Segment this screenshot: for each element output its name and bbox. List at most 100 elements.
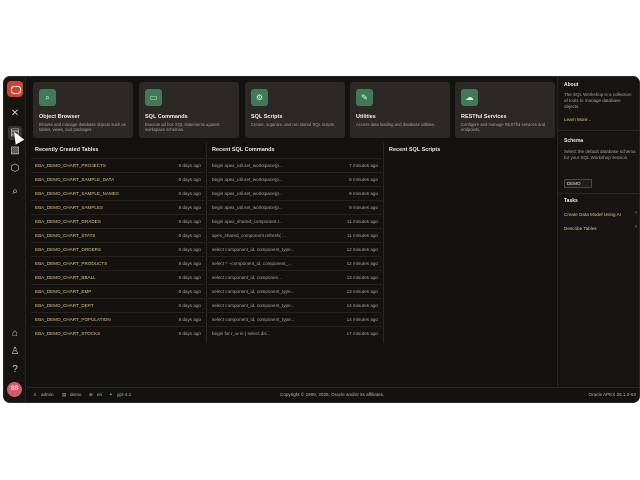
row-label[interactable]: EBA_DEMO_CHART_GRADES [35, 215, 101, 228]
row-time: 8 minutes ago [349, 177, 378, 182]
tools-icon[interactable]: ✕ [8, 107, 22, 121]
row-label[interactable]: EBA_DEMO_CHART_EMP [35, 285, 91, 298]
footer-user[interactable]: admin [41, 388, 54, 402]
table-row[interactable]: EBA_DEMO_CHART_PRODUCTS 8 days ago [31, 256, 205, 270]
row-label[interactable]: EBA_DEMO_CHART_PRODUCTS [35, 257, 107, 270]
table-row[interactable]: select * --component_id, component_... 12… [208, 256, 382, 270]
row-time: 8 days ago [178, 163, 201, 168]
data-icon[interactable]: ▧ [8, 144, 22, 158]
table-row[interactable]: EBA_DEMO_CHART_STATS 8 days ago [31, 228, 205, 242]
row-time: 17 minutes ago [346, 331, 378, 336]
table-row[interactable]: select component_id, component_type... 13… [208, 284, 382, 298]
card-desc: Create, organize, and run stored SQL scr… [251, 122, 336, 127]
row-time: 8 days ago [178, 219, 201, 224]
table-row[interactable]: select component_id, componen... 13 minut… [208, 270, 382, 284]
table-row[interactable]: begin apex_util.set_workspace(p... 8 minu… [208, 172, 382, 186]
home-icon[interactable]: ⌂ [8, 327, 22, 341]
card-utilities[interactable]: ✎ Utilities Access data loading and data… [350, 82, 450, 138]
row-time: 8 days ago [178, 233, 201, 238]
row-label[interactable]: begin for r_w in ( select dis... [212, 327, 270, 340]
row-label[interactable]: select component_id, component_type... [212, 285, 294, 298]
main-content: ⌕ Object Browser Browse and manage datab… [27, 77, 557, 387]
table-row[interactable]: EBA_DEMO_CHART_SAMPLE_DATA 8 days ago [31, 172, 205, 186]
task-create-data-model[interactable]: Create Data Model Using AI [564, 212, 621, 217]
row-label[interactable]: select component_id, component_type... [212, 243, 294, 256]
footer-model[interactable]: gpt-4.1 [117, 388, 131, 402]
table-row[interactable]: EBA_DEMO_CHART_ORDERS 8 days ago [31, 242, 205, 256]
divider [383, 143, 384, 343]
table-row[interactable]: begin apex_util.set_workspace(p... 7 minu… [208, 158, 382, 172]
row-time: 13 minutes ago [346, 289, 378, 294]
row-label[interactable]: EBA_DEMO_CHART_STATS [35, 229, 96, 242]
schema-select[interactable]: DEMO [564, 179, 592, 188]
row-label[interactable]: select component_id, component_type... [212, 299, 294, 312]
search-icon[interactable]: ⌕ [8, 185, 22, 199]
oracle-logo-icon[interactable] [7, 81, 23, 97]
row-time: 8 days ago [178, 261, 201, 266]
footer-bar: ♙ admin ▤ demo ⊕ en ✦ gpt-4.1 Copyright … [27, 387, 639, 402]
task-describe-tables[interactable]: Describe Tables [564, 226, 597, 231]
table-row[interactable]: begin for r_w in ( select dis... 17 minut… [208, 326, 382, 340]
row-time: 13 minutes ago [346, 275, 378, 280]
row-label[interactable]: EBA_DEMO_CHART_STOCKS [35, 327, 100, 340]
card-restful-services[interactable]: ☁ RESTful Services Configure and manage … [455, 82, 555, 138]
avatar[interactable]: SS [7, 382, 22, 397]
row-label[interactable]: begin apex_util.set_workspace(p... [212, 187, 283, 200]
row-label[interactable]: begin apex_util.set_workspace(p... [212, 173, 283, 186]
row-label[interactable]: EBA_DEMO_CHART_DEPT [35, 299, 94, 312]
row-label[interactable]: EBA_DEMO_CHART_SAMPLE_DATA [35, 173, 114, 186]
chevron-right-icon: › [635, 210, 637, 216]
row-time: 8 days ago [178, 205, 201, 210]
divider [558, 193, 639, 194]
schema-text: Select the default database schema for y… [564, 149, 636, 160]
row-label[interactable]: EBA_DEMO_CHART_POPULATION [35, 313, 111, 326]
table-row[interactable]: EBA_DEMO_CHART_EMP 8 days ago [31, 284, 205, 298]
footer-lang[interactable]: en [97, 388, 102, 402]
table-row[interactable]: select component_id, component_type... 12… [208, 242, 382, 256]
table-row[interactable]: apex_shared_component.refresh( ... 11 min… [208, 228, 382, 242]
card-desc: Execute ad hoc SQL statements against wo… [145, 122, 220, 133]
card-sql-scripts[interactable]: ⚙ SQL Scripts Create, organize, and run … [245, 82, 345, 138]
row-time: 7 minutes ago [349, 163, 378, 168]
footer-copyright: Copyright © 1999, 2026, Oracle and/or it… [280, 392, 385, 397]
table-row[interactable]: EBA_DEMO_CHART_DEPT 8 days ago [31, 298, 205, 312]
table-row[interactable]: select component_id, component_type... 14… [208, 312, 382, 326]
row-label[interactable]: EBA_DEMO_CHART_ORDERS [35, 243, 101, 256]
help-icon[interactable]: ? [8, 363, 22, 377]
recent-sql-title: Recent SQL Commands [212, 147, 275, 153]
table-row[interactable]: EBA_DEMO_CHART_GRADES 8 days ago [31, 214, 205, 228]
table-row[interactable]: EBA_DEMO_CHART_PROJECTS 8 days ago [31, 158, 205, 172]
table-row[interactable]: begin apex_util.set_workspace(p... 9 minu… [208, 200, 382, 214]
table-row[interactable]: EBA_DEMO_CHART_SAMPLE_NAMES 8 days ago [31, 186, 205, 200]
row-time: 8 days ago [178, 331, 201, 336]
row-label[interactable]: begin apex_util.set_workspace(p... [212, 159, 283, 172]
table-row[interactable]: begin apex_util.set_workspace(p... 9 minu… [208, 186, 382, 200]
learn-more-link[interactable]: Learn More... [564, 117, 591, 122]
divider [206, 143, 207, 343]
chevron-right-icon: › [635, 224, 637, 230]
row-time: 9 minutes ago [349, 191, 378, 196]
table-row[interactable]: begin apex_shared_component.r... 11 minut… [208, 214, 382, 228]
row-label[interactable]: select component_id, component_type... [212, 313, 294, 326]
table-row[interactable]: EBA_DEMO_CHART_SAMPLES 8 days ago [31, 200, 205, 214]
search-icon: ⌕ [39, 89, 56, 106]
row-label[interactable]: select component_id, componen... [212, 271, 282, 284]
table-row[interactable]: EBA_DEMO_CHART_BBALL 8 days ago [31, 270, 205, 284]
row-label[interactable]: begin apex_shared_component.r... [212, 215, 283, 228]
row-label[interactable]: select * --component_id, component_... [212, 257, 292, 270]
row-label[interactable]: EBA_DEMO_CHART_PROJECTS [35, 159, 106, 172]
terminal-icon: ▭ [145, 89, 162, 106]
row-label[interactable]: EBA_DEMO_CHART_SAMPLE_NAMES [35, 187, 119, 200]
row-label[interactable]: EBA_DEMO_CHART_BBALL [35, 271, 96, 284]
user-settings-icon[interactable]: ♙ [8, 345, 22, 359]
footer-workspace[interactable]: demo [70, 388, 82, 402]
row-label[interactable]: apex_shared_component.refresh( ... [212, 229, 286, 242]
row-label[interactable]: begin apex_util.set_workspace(p... [212, 201, 283, 214]
row-label[interactable]: EBA_DEMO_CHART_SAMPLES [35, 201, 103, 214]
package-icon[interactable]: ⬡ [8, 162, 22, 176]
table-row[interactable]: select component_id, component_type... 14… [208, 298, 382, 312]
table-row[interactable]: EBA_DEMO_CHART_POPULATION 8 days ago [31, 312, 205, 326]
table-row[interactable]: EBA_DEMO_CHART_STOCKS 8 days ago [31, 326, 205, 340]
card-sql-commands[interactable]: ▭ SQL Commands Execute ad hoc SQL statem… [139, 82, 239, 138]
card-object-browser[interactable]: ⌕ Object Browser Browse and manage datab… [33, 82, 133, 138]
